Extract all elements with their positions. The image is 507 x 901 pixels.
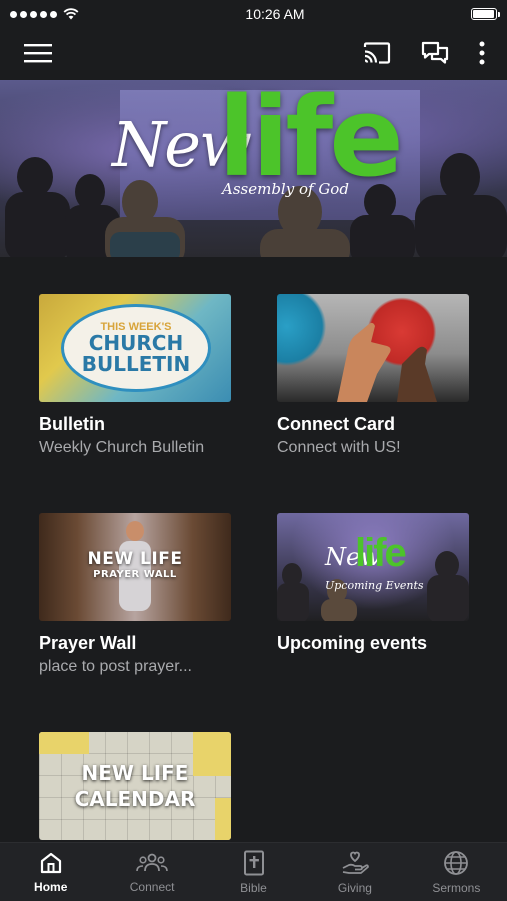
bulletin-thumb-line-2: CHURCH (88, 331, 184, 355)
high-five-hands-image (337, 322, 437, 402)
status-left (10, 8, 79, 20)
home-icon (40, 852, 61, 873)
card-connect-card[interactable]: Connect Card Connect with US! (277, 294, 469, 457)
calendar-thumb-line-2: CALENDAR (74, 787, 196, 811)
calendar-thumb-line-1: NEW LIFE (81, 761, 189, 785)
calendar-thumbnail: NEW LIFE CALENDAR (39, 732, 231, 840)
app-bar (0, 28, 507, 78)
more-vertical-icon[interactable] (479, 41, 485, 65)
events-thumb-subtitle: Upcoming Events (325, 579, 424, 592)
calendar-overlay: NEW LIFE CALENDAR (39, 760, 231, 812)
prayer-thumb-line-1: NEW LIFE (87, 549, 183, 569)
bible-icon (243, 850, 264, 875)
tab-label: Sermons (432, 880, 481, 895)
hero-banner: New life Assembly of God (0, 80, 507, 257)
card-subtitle: Connect with US! (277, 439, 401, 456)
bulletin-thumbnail: THIS WEEK'S CHURCH BULLETIN (39, 294, 231, 402)
card-title: Connect Card (277, 414, 396, 434)
tab-giving[interactable]: Giving (304, 843, 405, 901)
signal-dots-icon (10, 10, 57, 18)
tab-sermons[interactable]: Sermons (406, 843, 507, 901)
giving-hand-icon (342, 851, 369, 874)
cast-icon[interactable] (363, 42, 391, 64)
tab-connect[interactable]: Connect (101, 843, 202, 901)
app-bar-actions (363, 41, 485, 65)
card-title: Bulletin (39, 414, 105, 434)
tab-bible[interactable]: Bible (203, 843, 304, 901)
clock: 10:26 AM (245, 6, 305, 22)
prayer-thumb-line-2: PRAYER WALL (93, 569, 177, 580)
prayer-wall-overlay: NEW LIFE PRAYER WALL (39, 549, 231, 580)
card-title: Prayer Wall (39, 633, 137, 653)
card-calendar[interactable]: NEW LIFE CALENDAR (39, 732, 231, 840)
tab-label: Giving (337, 880, 372, 895)
status-bar: 10:26 AM (0, 0, 507, 28)
bulletin-thumb-line-3: BULLETIN (81, 352, 191, 376)
globe-icon (444, 850, 469, 875)
card-prayer-wall[interactable]: NEW LIFE PRAYER WALL Prayer Wall place t… (39, 513, 231, 676)
bulletin-bubble: THIS WEEK'S CHURCH BULLETIN (61, 304, 211, 392)
calendar-highlight (39, 732, 89, 754)
card-title: Upcoming events (277, 633, 428, 653)
battery-level (473, 10, 494, 18)
people-icon (136, 853, 168, 871)
tab-label: Connect (129, 879, 175, 894)
tab-label: Bible (240, 880, 267, 895)
events-thumb-life: life (355, 531, 407, 575)
card-subtitle: Weekly Church Bulletin (39, 439, 205, 456)
upcoming-events-thumbnail: New life Upcoming Events (277, 513, 469, 621)
card-subtitle: place to post prayer... (39, 658, 192, 675)
hero-logo-life: life (218, 80, 404, 201)
wifi-icon (63, 8, 79, 20)
chat-bubbles-icon[interactable] (421, 41, 449, 65)
tab-home[interactable]: Home (0, 843, 101, 901)
battery-icon (471, 8, 500, 20)
tab-label: Home (34, 879, 68, 894)
hero-logo-subtitle: Assembly of God (222, 180, 349, 198)
card-bulletin[interactable]: THIS WEEK'S CHURCH BULLETIN Bulletin Wee… (39, 294, 231, 457)
connect-card-thumbnail (277, 294, 469, 402)
prayer-wall-thumbnail: NEW LIFE PRAYER WALL (39, 513, 231, 621)
card-upcoming-events[interactable]: New life Upcoming Events Upcoming events (277, 513, 469, 658)
bottom-tab-bar: Home Connect Bible Giving Sermons (0, 842, 507, 901)
hamburger-menu-icon[interactable] (24, 43, 52, 63)
